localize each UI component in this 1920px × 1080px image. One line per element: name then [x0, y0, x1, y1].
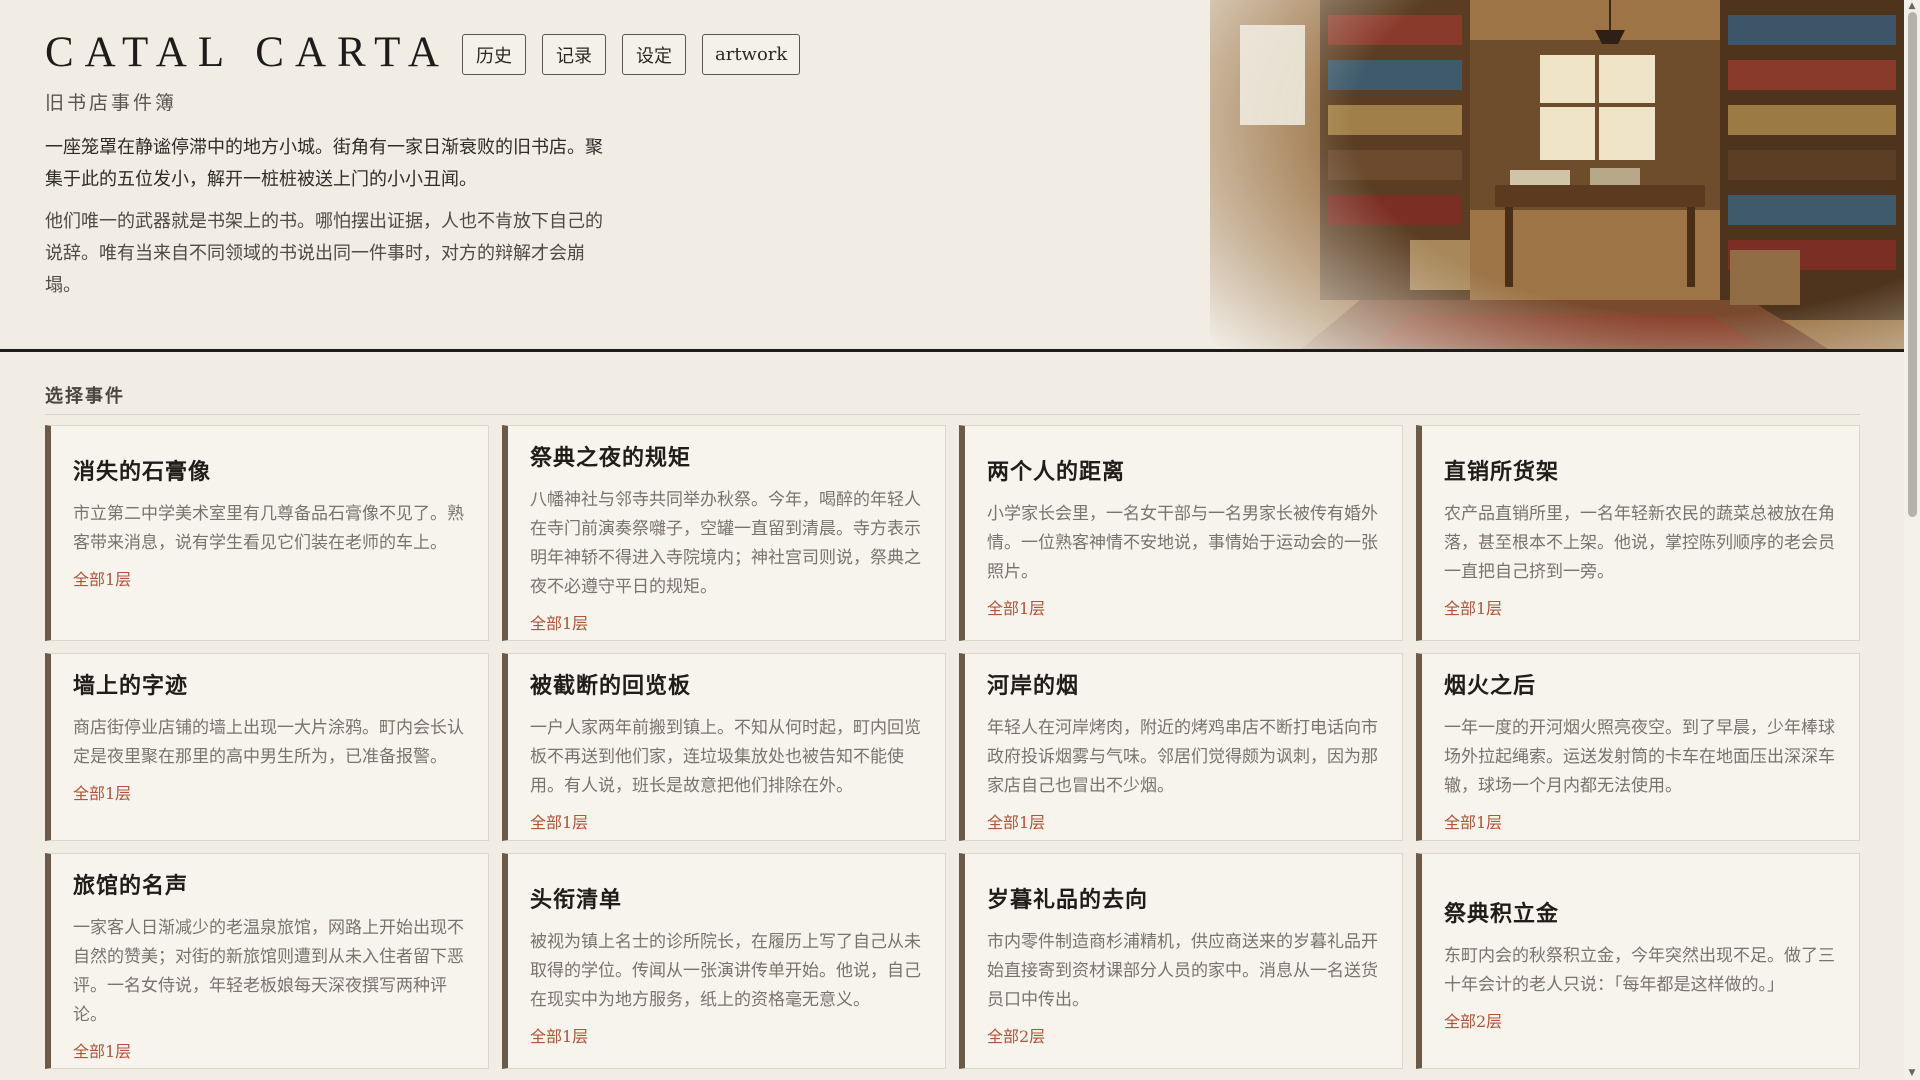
case-card[interactable]: 祭典积立金 东町内会的秋祭积立金，今年突然出现不足。做了三十年会计的老人只说：「…	[1416, 853, 1860, 1069]
case-description: 一家客人日渐减少的老温泉旅馆，网路上开始出现不自然的赞美；对街的新旅馆则遭到从未…	[73, 918, 464, 1025]
case-floor-count: 全部1层	[987, 599, 1046, 618]
intro-paragraph-1: 一座笼罩在静谧停滞中的地方小城。街角有一家日渐衰败的旧书店。聚集于此的五位发小，…	[45, 137, 603, 190]
main-nav: 历史 记录 设定 artwork	[461, 34, 801, 75]
nav-settings-button[interactable]: 设定	[621, 34, 686, 75]
case-description: 被视为镇上名士的诊所院长，在履历上写了自己从未取得的学位。传闻从一张演讲传单开始…	[530, 932, 921, 1010]
case-description: 八幡神社与邻寺共同举办秋祭。今年，喝醉的年轻人在寺门前演奏祭囃子，空罐一直留到清…	[530, 490, 921, 597]
case-title: 两个人的距离	[987, 459, 1126, 485]
case-card[interactable]: 墙上的字迹 商店街停业店铺的墙上出现一大片涂鸦。町内会长认定是夜里聚在那里的高中…	[45, 653, 489, 841]
intro-paragraph-2: 他们唯一的武器就是书架上的书。哪怕摆出证据，人也不肯放下自己的说辞。唯有当来自不…	[45, 211, 603, 296]
case-description: 市立第二中学美术室里有几尊备品石膏像不见了。熟客带来消息，说有学生看见它们装在老…	[73, 504, 464, 553]
case-description: 年轻人在河岸烤肉，附近的烤鸡串店不断打电话向市政府投诉烟雾与气味。邻居们觉得颇为…	[987, 718, 1378, 796]
case-title: 河岸的烟	[987, 673, 1080, 699]
case-description: 商店街停业店铺的墙上出现一大片涂鸦。町内会长认定是夜里聚在那里的高中男生所为，已…	[73, 718, 464, 767]
site-subtitle: 旧书店事件簿	[45, 92, 178, 114]
case-floor-count: 全部1层	[530, 1027, 589, 1046]
case-title: 墙上的字迹	[73, 673, 189, 699]
case-floor-count: 全部2层	[987, 1027, 1046, 1046]
scroll-up-arrow-icon[interactable]: ▲	[1905, 1, 1919, 11]
scrollbar-thumb[interactable]	[1908, 12, 1917, 517]
nav-history-button[interactable]: 历史	[461, 34, 526, 75]
case-card[interactable]: 消失的石膏像 市立第二中学美术室里有几尊备品石膏像不见了。熟客带来消息，说有学生…	[45, 425, 489, 641]
case-title: 被截断的回览板	[530, 673, 692, 699]
case-floor-count: 全部2层	[1444, 1012, 1503, 1031]
case-description: 一年一度的开河烟火照亮夜空。到了早晨，少年棒球场外拉起绳索。运送发射筒的卡车在地…	[1444, 718, 1835, 796]
case-floor-count: 全部1层	[987, 813, 1046, 832]
section-divider	[45, 414, 1860, 415]
case-floor-count: 全部1层	[73, 1042, 132, 1061]
case-floor-count: 全部1层	[1444, 813, 1503, 832]
case-card[interactable]: 河岸的烟 年轻人在河岸烤肉，附近的烤鸡串店不断打电话向市政府投诉烟雾与气味。邻居…	[959, 653, 1403, 841]
case-title: 头衔清单	[530, 887, 623, 913]
case-card[interactable]: 岁暮礼品的去向 市内零件制造商杉浦精机，供应商送来的岁暮礼品开始直接寄到资材课部…	[959, 853, 1403, 1069]
case-title: 岁暮礼品的去向	[987, 887, 1149, 913]
case-description: 市内零件制造商杉浦精机，供应商送来的岁暮礼品开始直接寄到资材课部分人员的家中。消…	[987, 932, 1378, 1010]
nav-records-button[interactable]: 记录	[541, 34, 606, 75]
case-card[interactable]: 被截断的回览板 一户人家两年前搬到镇上。不知从何时起，町内回览板不再送到他们家，…	[502, 653, 946, 841]
case-title: 祭典之夜的规矩	[530, 445, 692, 471]
case-floor-count: 全部1层	[530, 813, 589, 832]
site-title: CATAL CARTA	[45, 29, 450, 76]
case-description: 东町内会的秋祭积立金，今年突然出现不足。做了三十年会计的老人只说：「每年都是这样…	[1444, 946, 1835, 995]
case-card[interactable]: 直销所货架 农产品直销所里，一名年轻新农民的蔬菜总被放在角落，甚至根本不上架。他…	[1416, 425, 1860, 641]
case-card[interactable]: 旅馆的名声 一家客人日渐减少的老温泉旅馆，网路上开始出现不自然的赞美；对街的新旅…	[45, 853, 489, 1069]
case-floor-count: 全部1层	[530, 614, 589, 633]
header: CATAL CARTA 历史 记录 设定 artwork 旧书店事件簿 一座笼罩…	[0, 0, 1904, 352]
case-card[interactable]: 烟火之后 一年一度的开河烟火照亮夜空。到了早晨，少年棒球场外拉起绳索。运送发射筒…	[1416, 653, 1860, 841]
case-title: 消失的石膏像	[73, 459, 212, 485]
bookstore-hero-image	[1210, 0, 1904, 349]
title-row: CATAL CARTA 历史 记录 设定 artwork	[45, 28, 801, 77]
case-title: 祭典积立金	[1444, 901, 1560, 927]
case-card[interactable]: 头衔清单 被视为镇上名士的诊所院长，在履历上写了自己从未取得的学位。传闻从一张演…	[502, 853, 946, 1069]
case-description: 一户人家两年前搬到镇上。不知从何时起，町内回览板不再送到他们家，连垃圾集放处也被…	[530, 718, 921, 796]
case-description: 农产品直销所里，一名年轻新农民的蔬菜总被放在角落，甚至根本不上架。他说，掌控陈列…	[1444, 504, 1835, 582]
section-label: 选择事件	[45, 386, 125, 407]
case-card[interactable]: 祭典之夜的规矩 八幡神社与邻寺共同举办秋祭。今年，喝醉的年轻人在寺门前演奏祭囃子…	[502, 425, 946, 641]
case-description: 小学家长会里，一名女干部与一名男家长被传有婚外情。一位熟客神情不安地说，事情始于…	[987, 504, 1378, 582]
nav-artwork-button[interactable]: artwork	[701, 34, 801, 75]
case-floor-count: 全部1层	[1444, 599, 1503, 618]
scroll-down-arrow-icon[interactable]: ▼	[1905, 1068, 1919, 1078]
case-title: 旅馆的名声	[73, 873, 189, 899]
case-floor-count: 全部1层	[73, 570, 132, 589]
intro-text: 一座笼罩在静谧停滞中的地方小城。街角有一家日渐衰败的旧书店。聚集于此的五位发小，…	[45, 132, 605, 302]
case-title: 直销所货架	[1444, 459, 1560, 485]
case-title: 烟火之后	[1444, 673, 1537, 699]
case-card[interactable]: 两个人的距离 小学家长会里，一名女干部与一名男家长被传有婚外情。一位熟客神情不安…	[959, 425, 1403, 641]
case-floor-count: 全部1层	[73, 784, 132, 803]
